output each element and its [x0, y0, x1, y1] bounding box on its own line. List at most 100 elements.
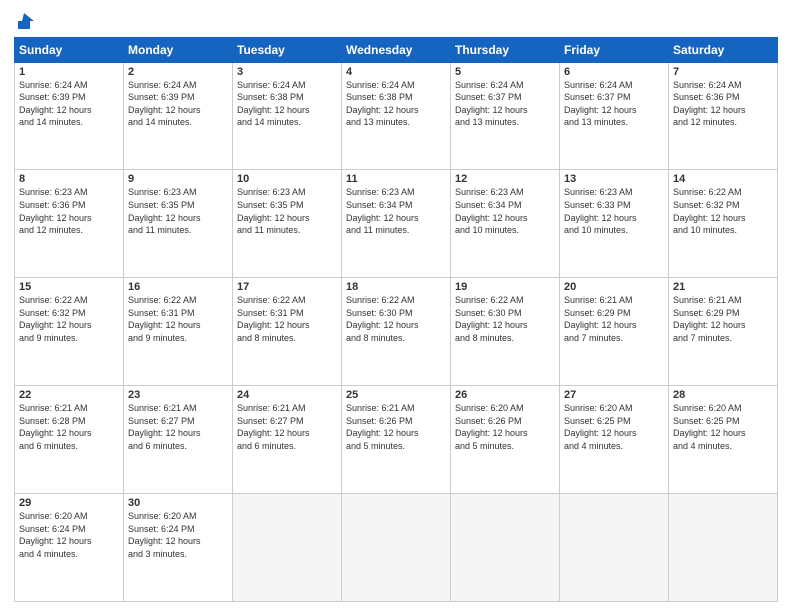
day-cell: 9Sunrise: 6:23 AM Sunset: 6:35 PM Daylig… [124, 170, 233, 278]
day-cell [560, 494, 669, 602]
day-number: 6 [564, 66, 664, 78]
day-info: Sunrise: 6:22 AM Sunset: 6:31 PM Dayligh… [237, 294, 337, 344]
week-row-2: 8Sunrise: 6:23 AM Sunset: 6:36 PM Daylig… [15, 170, 778, 278]
day-info: Sunrise: 6:24 AM Sunset: 6:37 PM Dayligh… [455, 79, 555, 129]
day-info: Sunrise: 6:24 AM Sunset: 6:39 PM Dayligh… [19, 79, 119, 129]
day-cell: 14Sunrise: 6:22 AM Sunset: 6:32 PM Dayli… [669, 170, 778, 278]
day-cell: 29Sunrise: 6:20 AM Sunset: 6:24 PM Dayli… [15, 494, 124, 602]
day-number: 14 [673, 173, 773, 185]
day-cell: 7Sunrise: 6:24 AM Sunset: 6:36 PM Daylig… [669, 62, 778, 170]
day-cell: 12Sunrise: 6:23 AM Sunset: 6:34 PM Dayli… [451, 170, 560, 278]
day-cell: 1Sunrise: 6:24 AM Sunset: 6:39 PM Daylig… [15, 62, 124, 170]
day-cell: 13Sunrise: 6:23 AM Sunset: 6:33 PM Dayli… [560, 170, 669, 278]
day-number: 15 [19, 281, 119, 293]
day-cell: 25Sunrise: 6:21 AM Sunset: 6:26 PM Dayli… [342, 386, 451, 494]
day-cell: 19Sunrise: 6:22 AM Sunset: 6:30 PM Dayli… [451, 278, 560, 386]
col-header-friday: Friday [560, 37, 669, 62]
col-header-wednesday: Wednesday [342, 37, 451, 62]
calendar-header-row: SundayMondayTuesdayWednesdayThursdayFrid… [15, 37, 778, 62]
logo-icon [16, 11, 36, 31]
day-number: 8 [19, 173, 119, 185]
day-info: Sunrise: 6:21 AM Sunset: 6:28 PM Dayligh… [19, 402, 119, 452]
day-cell: 23Sunrise: 6:21 AM Sunset: 6:27 PM Dayli… [124, 386, 233, 494]
day-info: Sunrise: 6:24 AM Sunset: 6:36 PM Dayligh… [673, 79, 773, 129]
day-number: 27 [564, 389, 664, 401]
day-info: Sunrise: 6:21 AM Sunset: 6:26 PM Dayligh… [346, 402, 446, 452]
day-info: Sunrise: 6:20 AM Sunset: 6:26 PM Dayligh… [455, 402, 555, 452]
day-number: 11 [346, 173, 446, 185]
day-cell: 3Sunrise: 6:24 AM Sunset: 6:38 PM Daylig… [233, 62, 342, 170]
day-number: 7 [673, 66, 773, 78]
day-info: Sunrise: 6:21 AM Sunset: 6:27 PM Dayligh… [128, 402, 228, 452]
day-number: 16 [128, 281, 228, 293]
day-info: Sunrise: 6:21 AM Sunset: 6:29 PM Dayligh… [673, 294, 773, 344]
day-number: 13 [564, 173, 664, 185]
week-row-5: 29Sunrise: 6:20 AM Sunset: 6:24 PM Dayli… [15, 494, 778, 602]
header [14, 10, 778, 31]
day-info: Sunrise: 6:22 AM Sunset: 6:30 PM Dayligh… [346, 294, 446, 344]
day-cell: 21Sunrise: 6:21 AM Sunset: 6:29 PM Dayli… [669, 278, 778, 386]
day-number: 28 [673, 389, 773, 401]
day-cell: 2Sunrise: 6:24 AM Sunset: 6:39 PM Daylig… [124, 62, 233, 170]
day-cell: 4Sunrise: 6:24 AM Sunset: 6:38 PM Daylig… [342, 62, 451, 170]
day-info: Sunrise: 6:23 AM Sunset: 6:33 PM Dayligh… [564, 186, 664, 236]
day-number: 5 [455, 66, 555, 78]
day-info: Sunrise: 6:23 AM Sunset: 6:35 PM Dayligh… [237, 186, 337, 236]
day-cell: 16Sunrise: 6:22 AM Sunset: 6:31 PM Dayli… [124, 278, 233, 386]
day-cell: 15Sunrise: 6:22 AM Sunset: 6:32 PM Dayli… [15, 278, 124, 386]
week-row-3: 15Sunrise: 6:22 AM Sunset: 6:32 PM Dayli… [15, 278, 778, 386]
day-number: 26 [455, 389, 555, 401]
day-info: Sunrise: 6:23 AM Sunset: 6:36 PM Dayligh… [19, 186, 119, 236]
day-number: 18 [346, 281, 446, 293]
day-number: 1 [19, 66, 119, 78]
col-header-monday: Monday [124, 37, 233, 62]
day-cell: 18Sunrise: 6:22 AM Sunset: 6:30 PM Dayli… [342, 278, 451, 386]
day-cell [451, 494, 560, 602]
day-info: Sunrise: 6:20 AM Sunset: 6:24 PM Dayligh… [19, 510, 119, 560]
day-info: Sunrise: 6:24 AM Sunset: 6:38 PM Dayligh… [237, 79, 337, 129]
day-number: 19 [455, 281, 555, 293]
day-number: 23 [128, 389, 228, 401]
day-cell: 24Sunrise: 6:21 AM Sunset: 6:27 PM Dayli… [233, 386, 342, 494]
day-number: 24 [237, 389, 337, 401]
day-cell: 5Sunrise: 6:24 AM Sunset: 6:37 PM Daylig… [451, 62, 560, 170]
day-number: 10 [237, 173, 337, 185]
day-info: Sunrise: 6:22 AM Sunset: 6:31 PM Dayligh… [128, 294, 228, 344]
day-info: Sunrise: 6:24 AM Sunset: 6:39 PM Dayligh… [128, 79, 228, 129]
day-number: 29 [19, 497, 119, 509]
day-number: 25 [346, 389, 446, 401]
calendar-table: SundayMondayTuesdayWednesdayThursdayFrid… [14, 37, 778, 602]
week-row-1: 1Sunrise: 6:24 AM Sunset: 6:39 PM Daylig… [15, 62, 778, 170]
week-row-4: 22Sunrise: 6:21 AM Sunset: 6:28 PM Dayli… [15, 386, 778, 494]
day-number: 21 [673, 281, 773, 293]
day-cell: 28Sunrise: 6:20 AM Sunset: 6:25 PM Dayli… [669, 386, 778, 494]
day-number: 22 [19, 389, 119, 401]
day-cell: 20Sunrise: 6:21 AM Sunset: 6:29 PM Dayli… [560, 278, 669, 386]
day-number: 4 [346, 66, 446, 78]
day-info: Sunrise: 6:22 AM Sunset: 6:32 PM Dayligh… [19, 294, 119, 344]
day-info: Sunrise: 6:20 AM Sunset: 6:24 PM Dayligh… [128, 510, 228, 560]
calendar-body: 1Sunrise: 6:24 AM Sunset: 6:39 PM Daylig… [15, 62, 778, 601]
day-info: Sunrise: 6:20 AM Sunset: 6:25 PM Dayligh… [564, 402, 664, 452]
day-info: Sunrise: 6:23 AM Sunset: 6:34 PM Dayligh… [346, 186, 446, 236]
day-info: Sunrise: 6:24 AM Sunset: 6:38 PM Dayligh… [346, 79, 446, 129]
day-cell: 26Sunrise: 6:20 AM Sunset: 6:26 PM Dayli… [451, 386, 560, 494]
day-cell: 8Sunrise: 6:23 AM Sunset: 6:36 PM Daylig… [15, 170, 124, 278]
day-cell: 22Sunrise: 6:21 AM Sunset: 6:28 PM Dayli… [15, 386, 124, 494]
day-number: 2 [128, 66, 228, 78]
day-cell: 17Sunrise: 6:22 AM Sunset: 6:31 PM Dayli… [233, 278, 342, 386]
day-info: Sunrise: 6:24 AM Sunset: 6:37 PM Dayligh… [564, 79, 664, 129]
day-number: 30 [128, 497, 228, 509]
col-header-saturday: Saturday [669, 37, 778, 62]
day-cell: 30Sunrise: 6:20 AM Sunset: 6:24 PM Dayli… [124, 494, 233, 602]
day-info: Sunrise: 6:23 AM Sunset: 6:34 PM Dayligh… [455, 186, 555, 236]
page: SundayMondayTuesdayWednesdayThursdayFrid… [0, 0, 792, 612]
col-header-thursday: Thursday [451, 37, 560, 62]
day-cell [669, 494, 778, 602]
day-cell: 27Sunrise: 6:20 AM Sunset: 6:25 PM Dayli… [560, 386, 669, 494]
day-info: Sunrise: 6:21 AM Sunset: 6:27 PM Dayligh… [237, 402, 337, 452]
day-cell: 10Sunrise: 6:23 AM Sunset: 6:35 PM Dayli… [233, 170, 342, 278]
col-header-sunday: Sunday [15, 37, 124, 62]
day-number: 20 [564, 281, 664, 293]
day-number: 17 [237, 281, 337, 293]
